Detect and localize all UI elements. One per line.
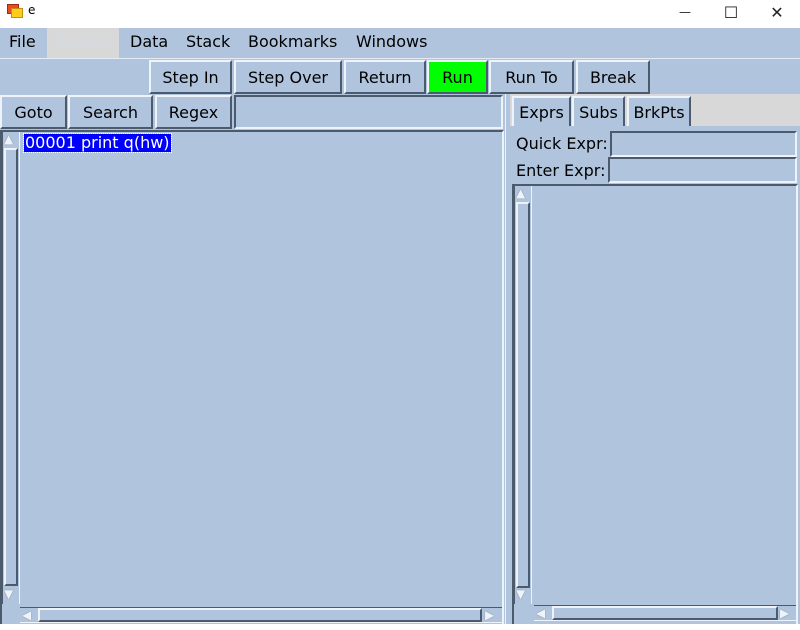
- break-button[interactable]: Break: [576, 60, 650, 94]
- close-icon: ✕: [770, 2, 784, 22]
- expressions-view[interactable]: [512, 184, 798, 626]
- up-arrow-icon[interactable]: ▲: [516, 187, 525, 199]
- search-input[interactable]: [234, 95, 503, 129]
- menu-bookmarks[interactable]: Bookmarks: [248, 32, 337, 51]
- window-title: e: [28, 3, 36, 17]
- up-arrow-icon[interactable]: ▲: [4, 133, 13, 145]
- maximize-button[interactable]: ☐: [708, 0, 754, 24]
- down-arrow-icon[interactable]: ▼: [4, 588, 13, 600]
- menu-control[interactable]: Control: [54, 32, 112, 51]
- right-arrow-icon[interactable]: ▶: [485, 609, 494, 621]
- source-line-selected[interactable]: 00001 print q(hw): [23, 133, 172, 153]
- close-button[interactable]: ✕: [754, 0, 800, 24]
- source-vscroll[interactable]: ▲ ▼: [2, 132, 20, 604]
- source-hscroll[interactable]: ◀ ▶: [20, 607, 502, 623]
- expressions-vscroll[interactable]: ▲ ▼: [514, 186, 532, 604]
- bottom-strip: [0, 624, 800, 630]
- minimize-icon: —: [679, 5, 691, 19]
- source-view[interactable]: [0, 130, 504, 626]
- source-vscroll-thumb[interactable]: [4, 148, 18, 586]
- left-arrow-icon[interactable]: ◀: [536, 607, 545, 619]
- run-button[interactable]: Run: [427, 60, 488, 94]
- menu-windows[interactable]: Windows: [356, 32, 427, 51]
- left-arrow-icon[interactable]: ◀: [22, 609, 31, 621]
- tab-exprs[interactable]: Exprs: [512, 96, 571, 126]
- expressions-vscroll-thumb[interactable]: [516, 202, 530, 588]
- enter-expr-label: Enter Expr:: [516, 161, 606, 180]
- quick-expr-input[interactable]: [610, 131, 797, 157]
- title-bar: e — ☐ ✕: [0, 0, 800, 24]
- step-in-button[interactable]: Step In: [149, 60, 232, 94]
- app-icon: [7, 4, 23, 18]
- down-arrow-icon[interactable]: ▼: [516, 588, 525, 600]
- menu-file[interactable]: File: [9, 32, 36, 51]
- return-button[interactable]: Return: [344, 60, 426, 94]
- source-hscroll-thumb[interactable]: [38, 608, 482, 622]
- menu-data[interactable]: Data: [130, 32, 168, 51]
- minimize-button[interactable]: —: [662, 0, 708, 24]
- quick-expr-label: Quick Expr:: [516, 134, 608, 153]
- maximize-icon: ☐: [723, 2, 739, 22]
- expressions-hscroll[interactable]: ◀ ▶: [534, 605, 796, 621]
- right-arrow-icon[interactable]: ▶: [780, 607, 789, 619]
- enter-expr-input[interactable]: [608, 157, 797, 183]
- tab-brkpts[interactable]: BrkPts: [627, 96, 691, 126]
- regex-button[interactable]: Regex: [155, 95, 232, 129]
- tab-subs[interactable]: Subs: [572, 96, 625, 126]
- menu-bar: File Control Data Stack Bookmarks Window…: [0, 28, 800, 58]
- search-button[interactable]: Search: [68, 95, 153, 129]
- menu-stack[interactable]: Stack: [186, 32, 230, 51]
- goto-button[interactable]: Goto: [0, 95, 67, 129]
- step-over-button[interactable]: Step Over: [234, 60, 342, 94]
- expressions-hscroll-thumb[interactable]: [552, 606, 778, 620]
- run-to-button[interactable]: Run To: [489, 60, 574, 94]
